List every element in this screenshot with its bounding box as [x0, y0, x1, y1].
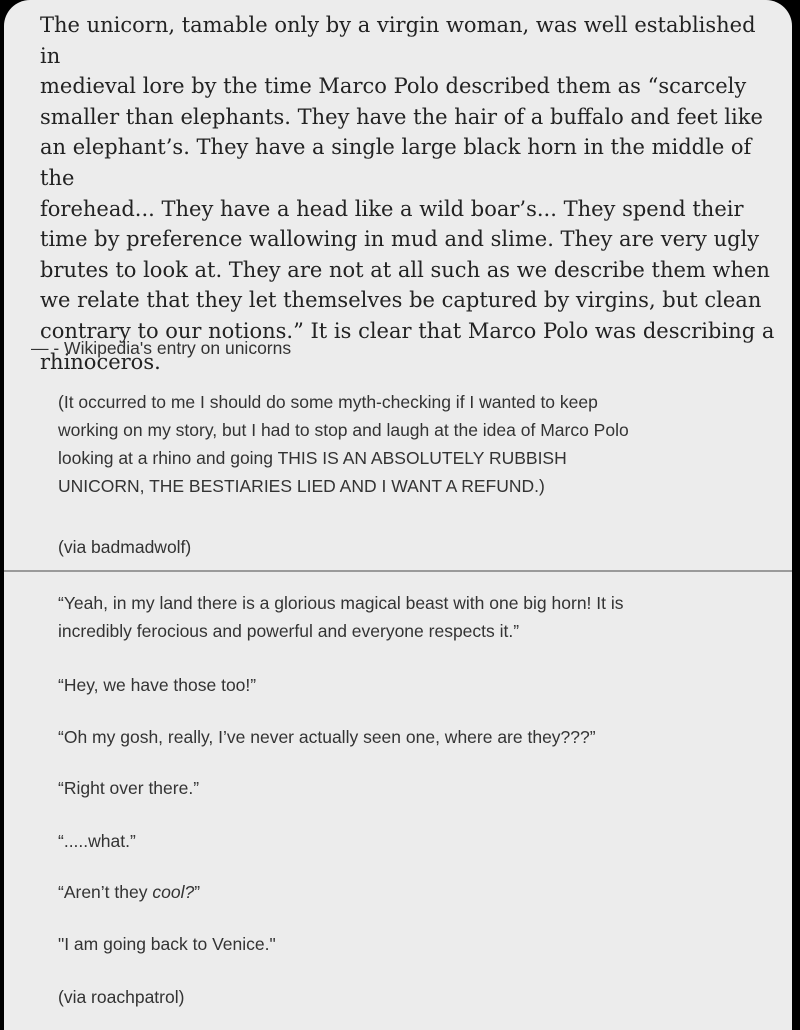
dialogue-line-7: "I am going back to Venice.": [58, 934, 276, 954]
dialogue-line-2: “Hey, we have those too!”: [58, 675, 257, 695]
via-badmadwolf-link[interactable]: (via badmadwolf): [58, 537, 191, 558]
dialogue-line-3: “Oh my gosh, really, I’ve never actually…: [58, 727, 596, 747]
dialogue-line-5: “.....what.”: [58, 831, 136, 851]
dialogue-line-6-suffix: ”: [194, 882, 201, 902]
dialogue-line-4: “Right over there.”: [58, 778, 200, 798]
reblog-comment-badmadwolf: (It occurred to me I should do some myth…: [58, 392, 629, 496]
post-card: The unicorn, tamable only by a virgin wo…: [4, 0, 792, 1030]
wikipedia-quote: The unicorn, tamable only by a virgin wo…: [40, 13, 775, 374]
dialogue-line-1: “Yeah, in my land there is a glorious ma…: [58, 593, 624, 641]
via-roachpatrol-link[interactable]: (via roachpatrol): [58, 985, 184, 1009]
dialogue-line-6: “Aren’t they cool?”: [58, 880, 200, 904]
dialogue-line-6-prefix: “Aren’t they: [58, 882, 153, 902]
dialogue-line-6-emphasis: cool?: [152, 882, 195, 902]
quote-attribution: — - Wikipedia's entry on unicorns: [31, 338, 292, 358]
divider: [4, 570, 792, 572]
